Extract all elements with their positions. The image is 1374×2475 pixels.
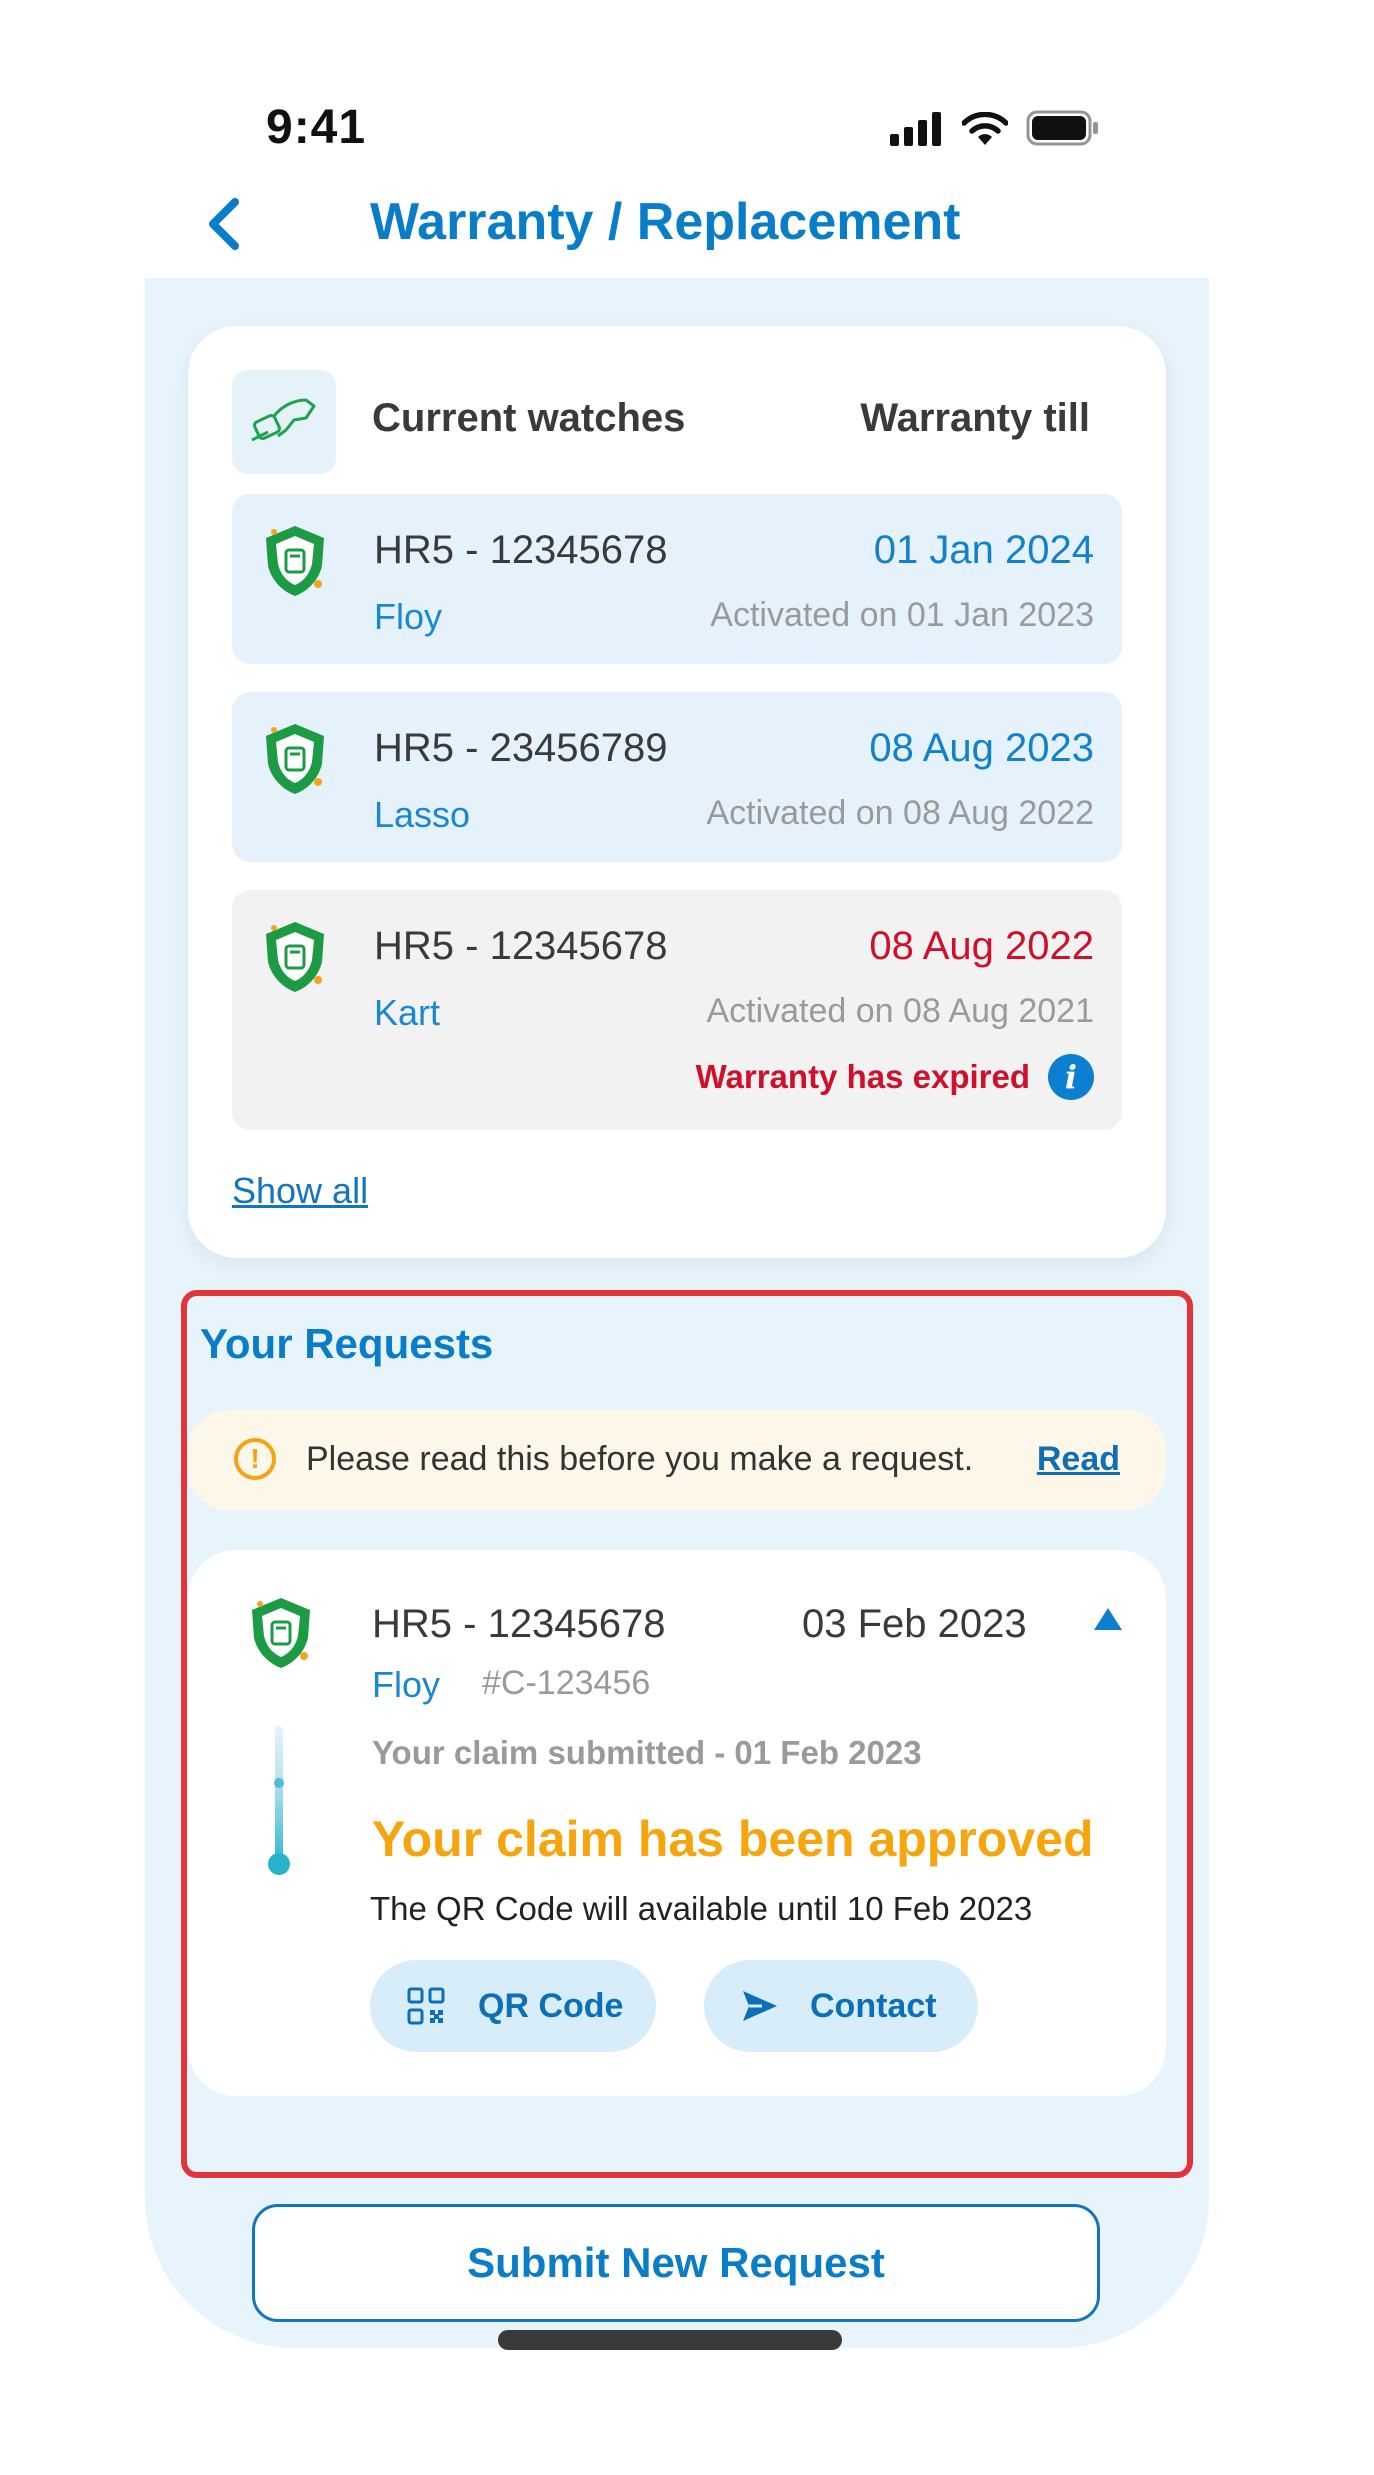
activation-date: Activated on 01 Jan 2023 [710,596,1094,634]
qr-code-button[interactable]: QR Code [370,1960,656,2052]
qr-code-icon [407,1987,445,2025]
watch-row-expired[interactable]: HR5 - 12345678 08 Aug 2022 Kart Activate… [232,890,1122,1130]
signal-icon [890,112,941,146]
contact-label: Contact [810,1987,937,2025]
claim-progress-track [268,1726,290,1875]
info-icon[interactable]: i [1048,1054,1094,1100]
shield-watch-icon [266,526,324,596]
watch-model: HR5 - 12345678 [374,528,668,572]
wifi-icon [962,112,1008,145]
contact-button[interactable]: Contact [704,1960,978,2052]
shield-watch-icon [266,922,324,992]
watch-name: Lasso [374,794,471,835]
page-title: Warranty / Replacement [370,193,961,251]
status-time: 9:41 [266,101,367,154]
warranty-expired-notice: Warranty has expired i [696,1054,1094,1100]
battery-icon [1026,110,1098,146]
claim-watch-name: Floy [372,1664,441,1705]
activation-date: Activated on 08 Aug 2021 [706,992,1094,1030]
collapse-triangle-icon[interactable] [1086,1600,1130,1640]
claim-submitted-text: Your claim submitted - 01 Feb 2023 [372,1734,922,1771]
requests-title: Your Requests [200,1320,494,1367]
nav-bar: Warranty / Replacement [145,176,1209,272]
warranty-expired-text: Warranty has expired [695,1058,1030,1095]
shield-watch-icon [266,724,324,794]
home-indicator [498,2330,842,2350]
watch-hand-icon [232,370,336,474]
request-notice-banner: ! Please read this before you make a req… [188,1410,1166,1510]
submit-new-request-button[interactable]: Submit New Request [252,2204,1100,2322]
watch-row[interactable]: HR5 - 23456789 08 Aug 2023 Lasso Activat… [232,692,1122,862]
read-link[interactable]: Read [1037,1440,1120,1479]
warning-icon: ! [234,1438,276,1480]
status-icons [890,106,1100,146]
claim-date: 03 Feb 2023 [802,1602,1027,1646]
claim-watch-model: HR5 - 12345678 [372,1602,666,1646]
warranty-date: 08 Aug 2023 [869,726,1094,770]
shield-watch-icon [252,1598,310,1668]
watch-name: Kart [374,992,441,1033]
warranty-date: 01 Jan 2024 [873,528,1094,572]
watch-model: HR5 - 23456789 [374,726,668,770]
current-watches-card: Current watches Warranty till HR5 - 1234… [188,326,1166,1258]
chevron-left-icon [209,198,239,250]
back-button[interactable] [195,192,255,256]
show-all-link[interactable]: Show all [232,1170,368,1212]
current-watches-title: Current watches [372,396,686,440]
watch-name: Floy [374,596,443,637]
send-icon [743,1991,777,2021]
watch-model: HR5 - 12345678 [374,924,668,968]
qr-code-label: QR Code [478,1987,624,2025]
claim-status: Your claim has been approved [372,1811,1094,1867]
claim-card: HR5 - 12345678 03 Feb 2023 Floy #C-12345… [188,1550,1166,2096]
warranty-date: 08 Aug 2022 [869,924,1094,968]
watch-row[interactable]: HR5 - 12345678 01 Jan 2024 Floy Activate… [232,494,1122,664]
warranty-till-label: Warranty till [860,396,1090,440]
status-bar: 9:41 [0,0,1374,170]
claim-id: #C-123456 [482,1664,651,1702]
notice-text: Please read this before you make a reque… [306,1440,974,1478]
activation-date: Activated on 08 Aug 2022 [706,794,1094,832]
qr-availability-note: The QR Code will available until 10 Feb … [370,1890,1033,1927]
